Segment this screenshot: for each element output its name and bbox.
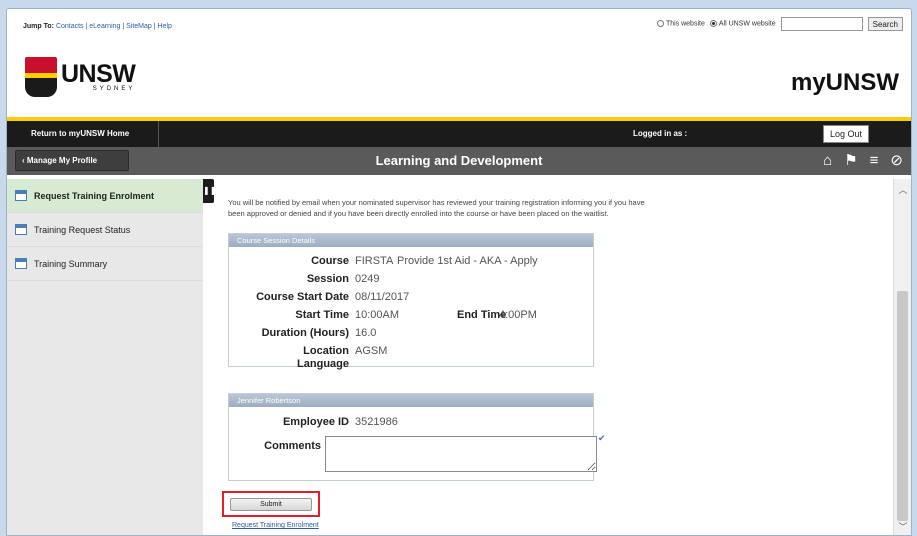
duration-value: 16.0 xyxy=(355,327,377,339)
sidebar: Request Training Enrolment Training Requ… xyxy=(7,179,203,535)
sidebar-item-request-training[interactable]: Request Training Enrolment xyxy=(7,179,203,213)
course-name: Provide 1st Aid - AKA - Apply xyxy=(397,255,538,267)
submit-button[interactable]: Submit xyxy=(230,498,312,511)
end-time-value: 4:00PM xyxy=(499,309,537,321)
vertical-scrollbar[interactable]: ︿ ﹀ xyxy=(893,179,911,535)
site-header: UNSW SYDNEY myUNSW xyxy=(7,39,911,121)
location-label: Location xyxy=(303,345,349,357)
document-icon xyxy=(15,224,27,235)
document-icon xyxy=(15,190,27,201)
flag-icon[interactable]: ⚑ xyxy=(844,151,857,171)
pause-icon: ❚❚ xyxy=(203,186,217,195)
request-training-link[interactable]: Request Training Enrolment xyxy=(232,522,319,529)
radio-off-icon xyxy=(656,20,664,28)
compass-icon[interactable]: ⊘ xyxy=(890,151,903,171)
start-date-label: Course Start Date xyxy=(256,291,349,303)
notification-text: You will be notified by email when your … xyxy=(228,198,645,218)
sidebar-collapse-handle[interactable]: ❚❚ xyxy=(203,179,217,203)
search-input[interactable] xyxy=(780,17,863,31)
course-label: Course xyxy=(311,255,349,267)
employee-id-value: 3521986 xyxy=(355,416,398,428)
page-title-bar: Learning and Development ‹ Manage My Pro… xyxy=(7,147,911,175)
comments-textarea[interactable] xyxy=(325,436,597,472)
employee-panel: Jennifer Robertson Employee ID 3521986 C… xyxy=(228,393,597,481)
course-code: FIRSTA xyxy=(355,255,394,267)
main-panel: You will be notified by email when your … xyxy=(214,179,893,535)
course-panel-header: Course Session Details xyxy=(229,234,593,247)
scrollbar-thumb[interactable] xyxy=(897,291,908,521)
nav-icons: ⌂ ⚑ ≡ ⊘ xyxy=(823,151,903,171)
unsw-logo[interactable]: UNSW SYDNEY xyxy=(25,57,136,97)
logout-button[interactable]: Log Out xyxy=(823,125,869,143)
chevron-down-icon[interactable]: ﹀ xyxy=(894,520,911,533)
browser-frame: Jump To: Contacts | eLearning | SiteMap … xyxy=(6,8,912,536)
comments-label: Comments xyxy=(264,440,321,452)
submit-highlight: Submit xyxy=(222,491,320,517)
location-value: AGSM xyxy=(355,345,388,357)
logged-in-label: Logged in as : xyxy=(633,129,688,138)
site-name: myUNSW xyxy=(790,69,899,96)
spellcheck-icon[interactable]: ✔ xyxy=(598,433,606,444)
top-utility-bar: Jump To: Contacts | eLearning | SiteMap … xyxy=(7,9,911,39)
radio-all-unsw[interactable]: All UNSW website xyxy=(709,20,776,28)
sidebar-item-training-status[interactable]: Training Request Status xyxy=(7,213,203,247)
radio-this-website[interactable]: This website xyxy=(656,20,705,28)
content-area: Request Training Enrolment Training Requ… xyxy=(7,179,911,535)
start-date-value: 08/11/2017 xyxy=(355,291,410,303)
crest-icon xyxy=(25,57,57,97)
return-home-link[interactable]: Return to myUNSW Home xyxy=(7,121,159,147)
session-value: 0249 xyxy=(355,273,380,285)
duration-label: Duration (Hours) xyxy=(261,327,349,339)
sidebar-item-training-summary[interactable]: Training Summary xyxy=(7,247,203,281)
page-title: Learning and Development xyxy=(375,153,543,168)
session-label: Session xyxy=(306,273,349,285)
manage-profile-button[interactable]: ‹ Manage My Profile xyxy=(15,150,129,171)
document-icon xyxy=(15,258,27,269)
jump-to: Jump To: Contacts | eLearning | SiteMap … xyxy=(23,23,172,30)
jump-label: Jump To: xyxy=(23,23,54,30)
logo-text: UNSW xyxy=(61,60,136,88)
menu-icon[interactable]: ≡ xyxy=(870,151,879,171)
site-search: This website All UNSW website Search xyxy=(656,17,903,31)
account-bar: Return to myUNSW Home Logged in as : Log… xyxy=(7,121,911,147)
radio-on-icon xyxy=(709,20,717,28)
chevron-up-icon[interactable]: ︿ xyxy=(894,183,911,196)
start-time-value: 10:00AM xyxy=(355,309,400,321)
course-session-panel: Course Session Details Course FIRSTA Pro… xyxy=(228,233,594,370)
jump-links[interactable]: Contacts | eLearning | SiteMap | Help xyxy=(56,23,172,30)
search-button[interactable]: Search xyxy=(867,17,903,31)
employee-id-label: Employee ID xyxy=(282,416,349,428)
employee-panel-header: Jennifer Robertson xyxy=(229,394,593,407)
start-time-label: Start Time xyxy=(295,309,349,321)
home-icon[interactable]: ⌂ xyxy=(823,151,832,171)
language-label: Language xyxy=(297,358,349,370)
